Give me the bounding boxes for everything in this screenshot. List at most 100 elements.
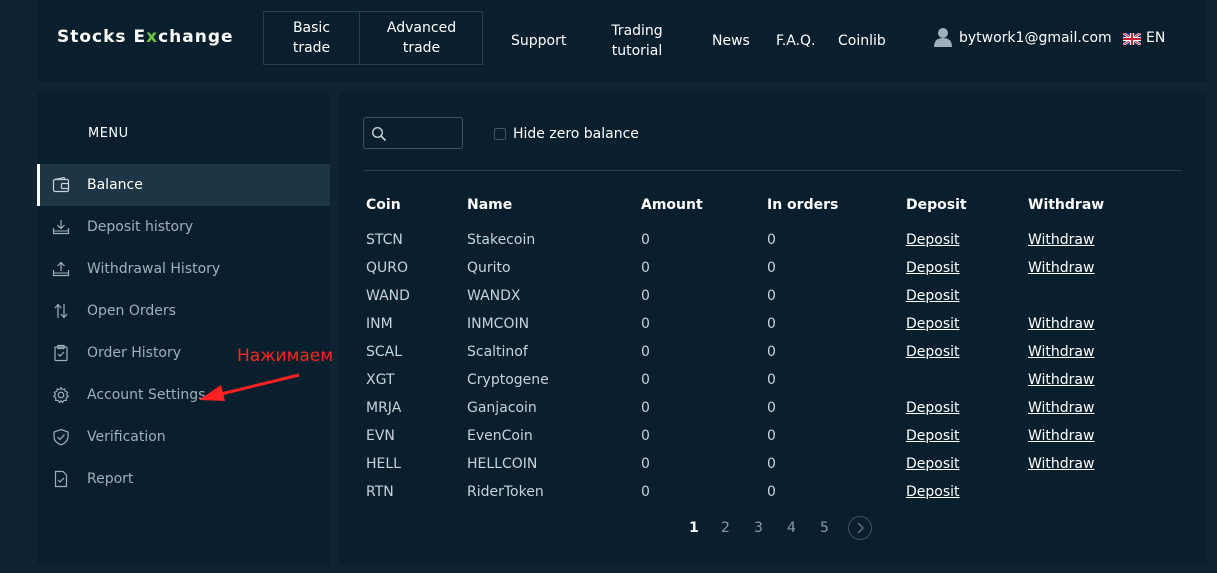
column-header-coin: Coin (366, 197, 401, 213)
cell-name: Qurito (467, 260, 511, 276)
sidebar-item-deposit-history[interactable]: Deposit history (37, 206, 330, 248)
cell-coin: QURO (366, 260, 409, 276)
language-selector[interactable]: EN (1146, 30, 1165, 46)
gear-icon (52, 386, 70, 404)
divider (363, 170, 1182, 171)
cell-name: HELLCOIN (467, 456, 538, 472)
sidebar-item-report[interactable]: Report (37, 458, 330, 500)
deposit-link[interactable]: Deposit (906, 400, 960, 416)
uk-flag-icon[interactable] (1123, 33, 1141, 45)
deposit-link[interactable]: Deposit (906, 288, 960, 304)
user-icon[interactable] (934, 27, 952, 47)
menu-title: MENU (88, 126, 129, 141)
cell-amount: 0 (641, 316, 650, 332)
sidebar-item-label: Report (87, 471, 134, 487)
cell-name: Scaltinof (467, 344, 528, 360)
column-header-amount: Amount (641, 197, 703, 213)
cell-in-orders: 0 (767, 232, 776, 248)
sidebar-item-label: Open Orders (87, 303, 176, 319)
deposit-link[interactable]: Deposit (906, 484, 960, 500)
cell-coin: MRJA (366, 400, 402, 416)
cell-in-orders: 0 (767, 456, 776, 472)
cell-in-orders: 0 (767, 260, 776, 276)
cell-coin: STCN (366, 232, 403, 248)
deposit-link[interactable]: Deposit (906, 456, 960, 472)
advanced-trade-link[interactable]: Advanced trade (360, 12, 483, 64)
page-4[interactable]: 4 (787, 520, 796, 536)
cell-in-orders: 0 (767, 484, 776, 500)
page-3[interactable]: 3 (754, 520, 763, 536)
basic-trade-link[interactable]: Basic trade (264, 12, 360, 64)
nav-faq[interactable]: F.A.Q. (776, 0, 816, 82)
column-header-withdraw: Withdraw (1028, 197, 1105, 213)
withdraw-link[interactable]: Withdraw (1028, 232, 1094, 248)
sidebar-item-label: Withdrawal History (87, 261, 221, 277)
cell-coin: SCAL (366, 344, 403, 360)
hide-zero-balance-checkbox[interactable] (494, 128, 506, 140)
withdraw-link[interactable]: Withdraw (1028, 372, 1094, 388)
annotation-note: Нажимаем (237, 346, 334, 366)
cell-coin: RTN (366, 484, 394, 500)
cell-name: WANDX (467, 288, 521, 304)
cell-name: Stakecoin (467, 232, 536, 248)
withdraw-link[interactable]: Withdraw (1028, 260, 1094, 276)
chevron-right-icon (857, 522, 864, 534)
tray-out-icon (52, 261, 70, 277)
cell-in-orders: 0 (767, 428, 776, 444)
search-icon (371, 126, 387, 142)
cell-in-orders: 0 (767, 288, 776, 304)
red-arrow-annotation (199, 373, 300, 401)
clipboard-icon (54, 344, 68, 362)
deposit-link[interactable]: Deposit (906, 260, 960, 276)
cell-amount: 0 (641, 232, 650, 248)
withdraw-link[interactable]: Withdraw (1028, 344, 1094, 360)
cell-amount: 0 (641, 428, 650, 444)
withdraw-link[interactable]: Withdraw (1028, 428, 1094, 444)
page-5[interactable]: 5 (820, 520, 829, 536)
cell-in-orders: 0 (767, 344, 776, 360)
page-2[interactable]: 2 (721, 520, 730, 536)
nav-trading-tutorial[interactable]: Trading tutorial (609, 0, 665, 82)
sidebar-item-label: Balance (87, 177, 143, 193)
search-input[interactable] (363, 117, 463, 149)
nav-support[interactable]: Support (511, 0, 566, 82)
cell-name: Cryptogene (467, 372, 549, 388)
nav-coinlib[interactable]: Coinlib (838, 0, 886, 82)
column-header-name: Name (467, 197, 513, 213)
sidebar-item-open-orders[interactable]: Open Orders (37, 290, 330, 332)
cell-amount: 0 (641, 456, 650, 472)
deposit-link[interactable]: Deposit (906, 428, 960, 444)
deposit-link[interactable]: Deposit (906, 232, 960, 248)
tray-in-icon (52, 220, 70, 235)
sidebar-item-withdrawal-history[interactable]: Withdrawal History (37, 248, 330, 290)
page-1[interactable]: 1 (689, 520, 699, 536)
cell-amount: 0 (641, 400, 650, 416)
sidebar-item-label: Verification (87, 429, 166, 445)
cell-amount: 0 (641, 484, 650, 500)
sidebar-item-balance[interactable]: Balance (37, 164, 330, 206)
top-header: Stocks Exchange Basic trade Advanced tra… (37, 0, 1207, 82)
cell-amount: 0 (641, 372, 650, 388)
deposit-link[interactable]: Deposit (906, 316, 960, 332)
cell-in-orders: 0 (767, 400, 776, 416)
wallet-icon (52, 176, 70, 193)
cell-coin: EVN (366, 428, 395, 444)
shield-check-icon (53, 428, 69, 446)
cell-coin: INM (366, 316, 393, 332)
withdraw-link[interactable]: Withdraw (1028, 316, 1094, 332)
cell-name: RiderToken (467, 484, 544, 500)
withdraw-link[interactable]: Withdraw (1028, 456, 1094, 472)
column-header-in-orders: In orders (767, 197, 839, 213)
sidebar-item-verification[interactable]: Verification (37, 416, 330, 458)
site-logo[interactable]: Stocks Exchange (57, 27, 234, 47)
withdraw-link[interactable]: Withdraw (1028, 400, 1094, 416)
sidebar-item-label: Order History (87, 345, 182, 361)
arrows-updown-icon (54, 303, 68, 319)
user-email[interactable]: bytwork1@gmail.com (959, 30, 1112, 46)
cell-in-orders: 0 (767, 372, 776, 388)
nav-news[interactable]: News (712, 0, 750, 82)
deposit-link[interactable]: Deposit (906, 344, 960, 360)
next-page-button[interactable] (848, 516, 872, 540)
sidebar-item-label: Deposit history (87, 219, 194, 235)
hide-zero-balance-label[interactable]: Hide zero balance (513, 126, 639, 142)
